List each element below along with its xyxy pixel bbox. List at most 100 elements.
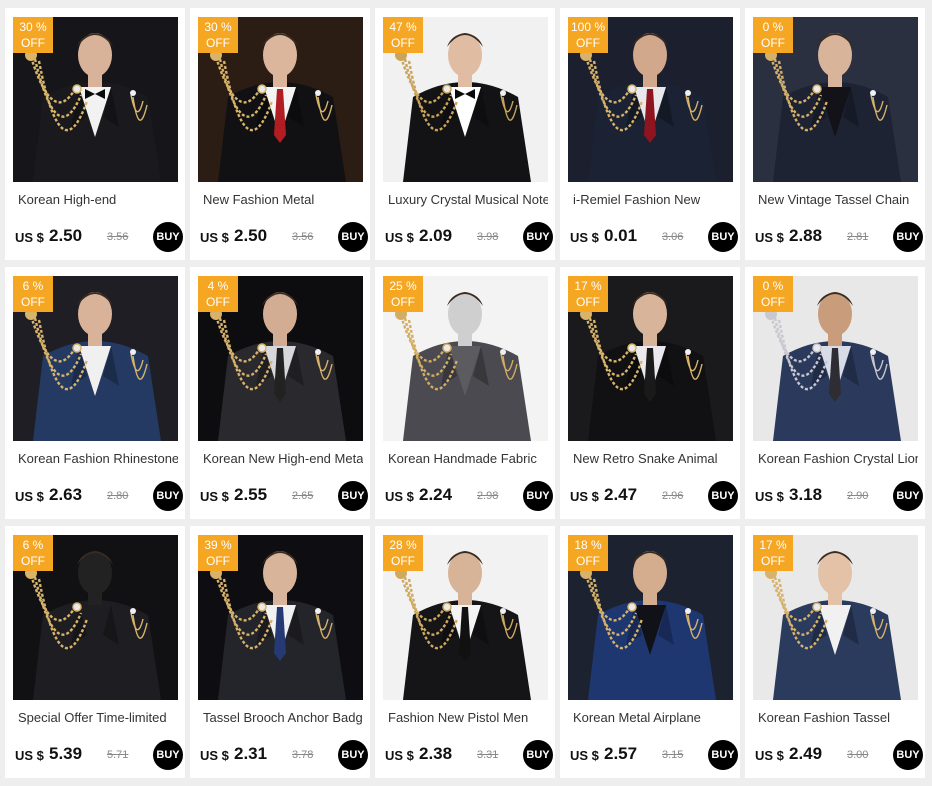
product-title[interactable]: Tassel Brooch Anchor Badge — [203, 710, 363, 725]
discount-percent: 6 % — [22, 538, 44, 552]
product-card[interactable]: 6 % OFF Korean Fashion Rhinestone US $ 2.63 2… — [5, 267, 185, 519]
product-title[interactable]: Korean New High-end Metal — [203, 451, 363, 466]
product-title[interactable]: Special Offer Time-limited — [18, 710, 178, 725]
discount-percent: 18 % — [574, 538, 602, 552]
currency-label: US $ — [385, 489, 414, 504]
discount-percent: 28 % — [389, 538, 417, 552]
sale-price: 2.24 — [419, 485, 453, 504]
sale-price: 2.47 — [604, 485, 638, 504]
buy-button[interactable]: BUY — [893, 222, 923, 252]
product-card[interactable]: 100 % OFF i-Remiel Fashion New US $ 0.01 3.06… — [560, 8, 740, 260]
product-card[interactable]: 17 % OFF Korean Fashion Tassel US $ 2.49 3.00… — [745, 526, 925, 778]
discount-off-label: OFF — [21, 36, 45, 50]
product-card[interactable]: 0 % OFF New Vintage Tassel Chain US $ 2.88 2.… — [745, 8, 925, 260]
product-grid: 30 % OFF Korean High-end US $2.50 3.56 BUY 30 … — [0, 0, 932, 786]
discount-off-label: OFF — [21, 554, 45, 568]
sale-price: 2.09 — [419, 226, 453, 245]
product-title[interactable]: Korean Metal Airplane — [573, 710, 733, 725]
buy-button[interactable]: BUY — [523, 740, 553, 770]
product-title[interactable]: Korean Fashion Rhinestone — [18, 451, 178, 466]
original-price: 2.80 — [107, 490, 129, 502]
currency-label: US $ — [15, 489, 44, 504]
product-title[interactable]: Korean Handmade Fabric — [388, 451, 548, 466]
product-card[interactable]: 18 % OFF Korean Metal Airplane US $ 2.57 3.15… — [560, 526, 740, 778]
buy-button[interactable]: BUY — [708, 222, 738, 252]
original-price: 3.56 — [292, 231, 314, 243]
product-card[interactable]: 47 % OFF Luxury Crystal Musical Note US $ 2.… — [375, 8, 555, 260]
product-title[interactable]: Korean Fashion Crystal Lion — [758, 451, 918, 466]
original-price: 2.98 — [477, 490, 499, 502]
price-row: US $ 2.50 3.56 BUY — [15, 222, 183, 252]
price-row: US $ 5.39 5.71 BUY — [15, 740, 183, 770]
product-card[interactable]: 30 % OFF Korean High-end US $ 2.50 3.56 BUY — [5, 8, 185, 260]
currency-label: US $ — [570, 230, 599, 245]
product-card[interactable]: 17 % OFF New Retro Snake Animal US $ 2.47 2.9… — [560, 267, 740, 519]
discount-off-label: OFF — [761, 295, 785, 309]
product-card[interactable]: 28 % OFF Fashion New Pistol Men US $ 2.38 3.3… — [375, 526, 555, 778]
product-title[interactable]: i-Remiel Fashion New — [573, 192, 733, 207]
discount-percent: 17 % — [759, 538, 787, 552]
price-row: US $ 0.01 3.06 BUY — [570, 222, 738, 252]
product-card[interactable]: 4 % OFF Korean New High-end Metal US $ 2.55 2… — [190, 267, 370, 519]
buy-button[interactable]: BUY — [523, 222, 553, 252]
discount-percent: 30 % — [204, 20, 232, 34]
buy-button[interactable]: BUY — [893, 740, 923, 770]
discount-off-label: OFF — [576, 295, 600, 309]
buy-button[interactable]: BUY — [523, 481, 553, 511]
price-row: US $ 3.18 2.90 BUY — [755, 481, 923, 511]
buy-button[interactable]: BUY — [338, 222, 368, 252]
sale-price: 2.49 — [789, 744, 823, 763]
currency-label: US $ — [385, 748, 414, 763]
product-card[interactable]: 30 % OFF New Fashion Metal US $ 2.50 3.56 BUY — [190, 8, 370, 260]
product-title[interactable]: New Fashion Metal — [203, 192, 363, 207]
discount-off-label: OFF — [391, 295, 415, 309]
product-card[interactable]: 6 % OFF Special Offer Time-limited US $ 5.39… — [5, 526, 185, 778]
buy-button[interactable]: BUY — [338, 740, 368, 770]
discount-off-label: OFF — [206, 554, 230, 568]
product-title[interactable]: Korean High-end — [18, 192, 178, 207]
discount-off-label: OFF — [761, 554, 785, 568]
currency-label: US $ — [15, 230, 44, 245]
product-card[interactable]: 39 % OFF Tassel Brooch Anchor Badge US $ 2.3… — [190, 526, 370, 778]
price-row: US $ 2.63 2.80 BUY — [15, 481, 183, 511]
product-card[interactable]: 0 % OFF Korean Fashion Crystal Lion US $ 3.1… — [745, 267, 925, 519]
product-title[interactable]: Korean Fashion Tassel — [758, 710, 918, 725]
original-price: 3.56 — [107, 231, 129, 243]
product-title[interactable]: Fashion New Pistol Men — [388, 710, 548, 725]
discount-badge: 25 % OFF — [383, 276, 423, 312]
original-price: 2.96 — [662, 490, 684, 502]
buy-button[interactable]: BUY — [153, 222, 183, 252]
original-price: 3.31 — [477, 749, 499, 761]
discount-percent: 0 % — [762, 279, 784, 293]
price-row: US $ 2.09 3.98 BUY — [385, 222, 553, 252]
buy-button[interactable]: BUY — [893, 481, 923, 511]
buy-button[interactable]: BUY — [708, 740, 738, 770]
buy-button[interactable]: BUY — [153, 740, 183, 770]
original-price: 5.71 — [107, 749, 129, 761]
discount-badge: 0 % OFF — [753, 17, 793, 53]
price-row: US $ 2.57 3.15 BUY — [570, 740, 738, 770]
discount-badge: 18 % OFF — [568, 535, 608, 571]
product-card[interactable]: 25 % OFF Korean Handmade Fabric US $ 2.24 2.9… — [375, 267, 555, 519]
product-title[interactable]: New Retro Snake Animal — [573, 451, 733, 466]
sale-price: 2.57 — [604, 744, 638, 763]
product-title[interactable]: New Vintage Tassel Chain — [758, 192, 918, 207]
discount-percent: 100 % — [570, 20, 606, 34]
buy-button[interactable]: BUY — [708, 481, 738, 511]
buy-button[interactable]: BUY — [153, 481, 183, 511]
currency-label: US $ — [570, 489, 599, 504]
original-price: 2.65 — [292, 490, 314, 502]
price-row: US $ 2.49 3.00 BUY — [755, 740, 923, 770]
original-price: 2.90 — [847, 490, 869, 502]
buy-button[interactable]: BUY — [338, 481, 368, 511]
discount-off-label: OFF — [391, 36, 415, 50]
currency-label: US $ — [385, 230, 414, 245]
original-price: 3.98 — [477, 231, 499, 243]
discount-percent: 17 % — [574, 279, 602, 293]
currency-label: US $ — [200, 489, 229, 504]
sale-price: 5.39 — [49, 744, 83, 763]
price-row: US $ 2.55 2.65 BUY — [200, 481, 368, 511]
product-title[interactable]: Luxury Crystal Musical Note — [388, 192, 548, 207]
sale-price: 2.55 — [234, 485, 268, 504]
price-row: US $ 2.38 3.31 BUY — [385, 740, 553, 770]
